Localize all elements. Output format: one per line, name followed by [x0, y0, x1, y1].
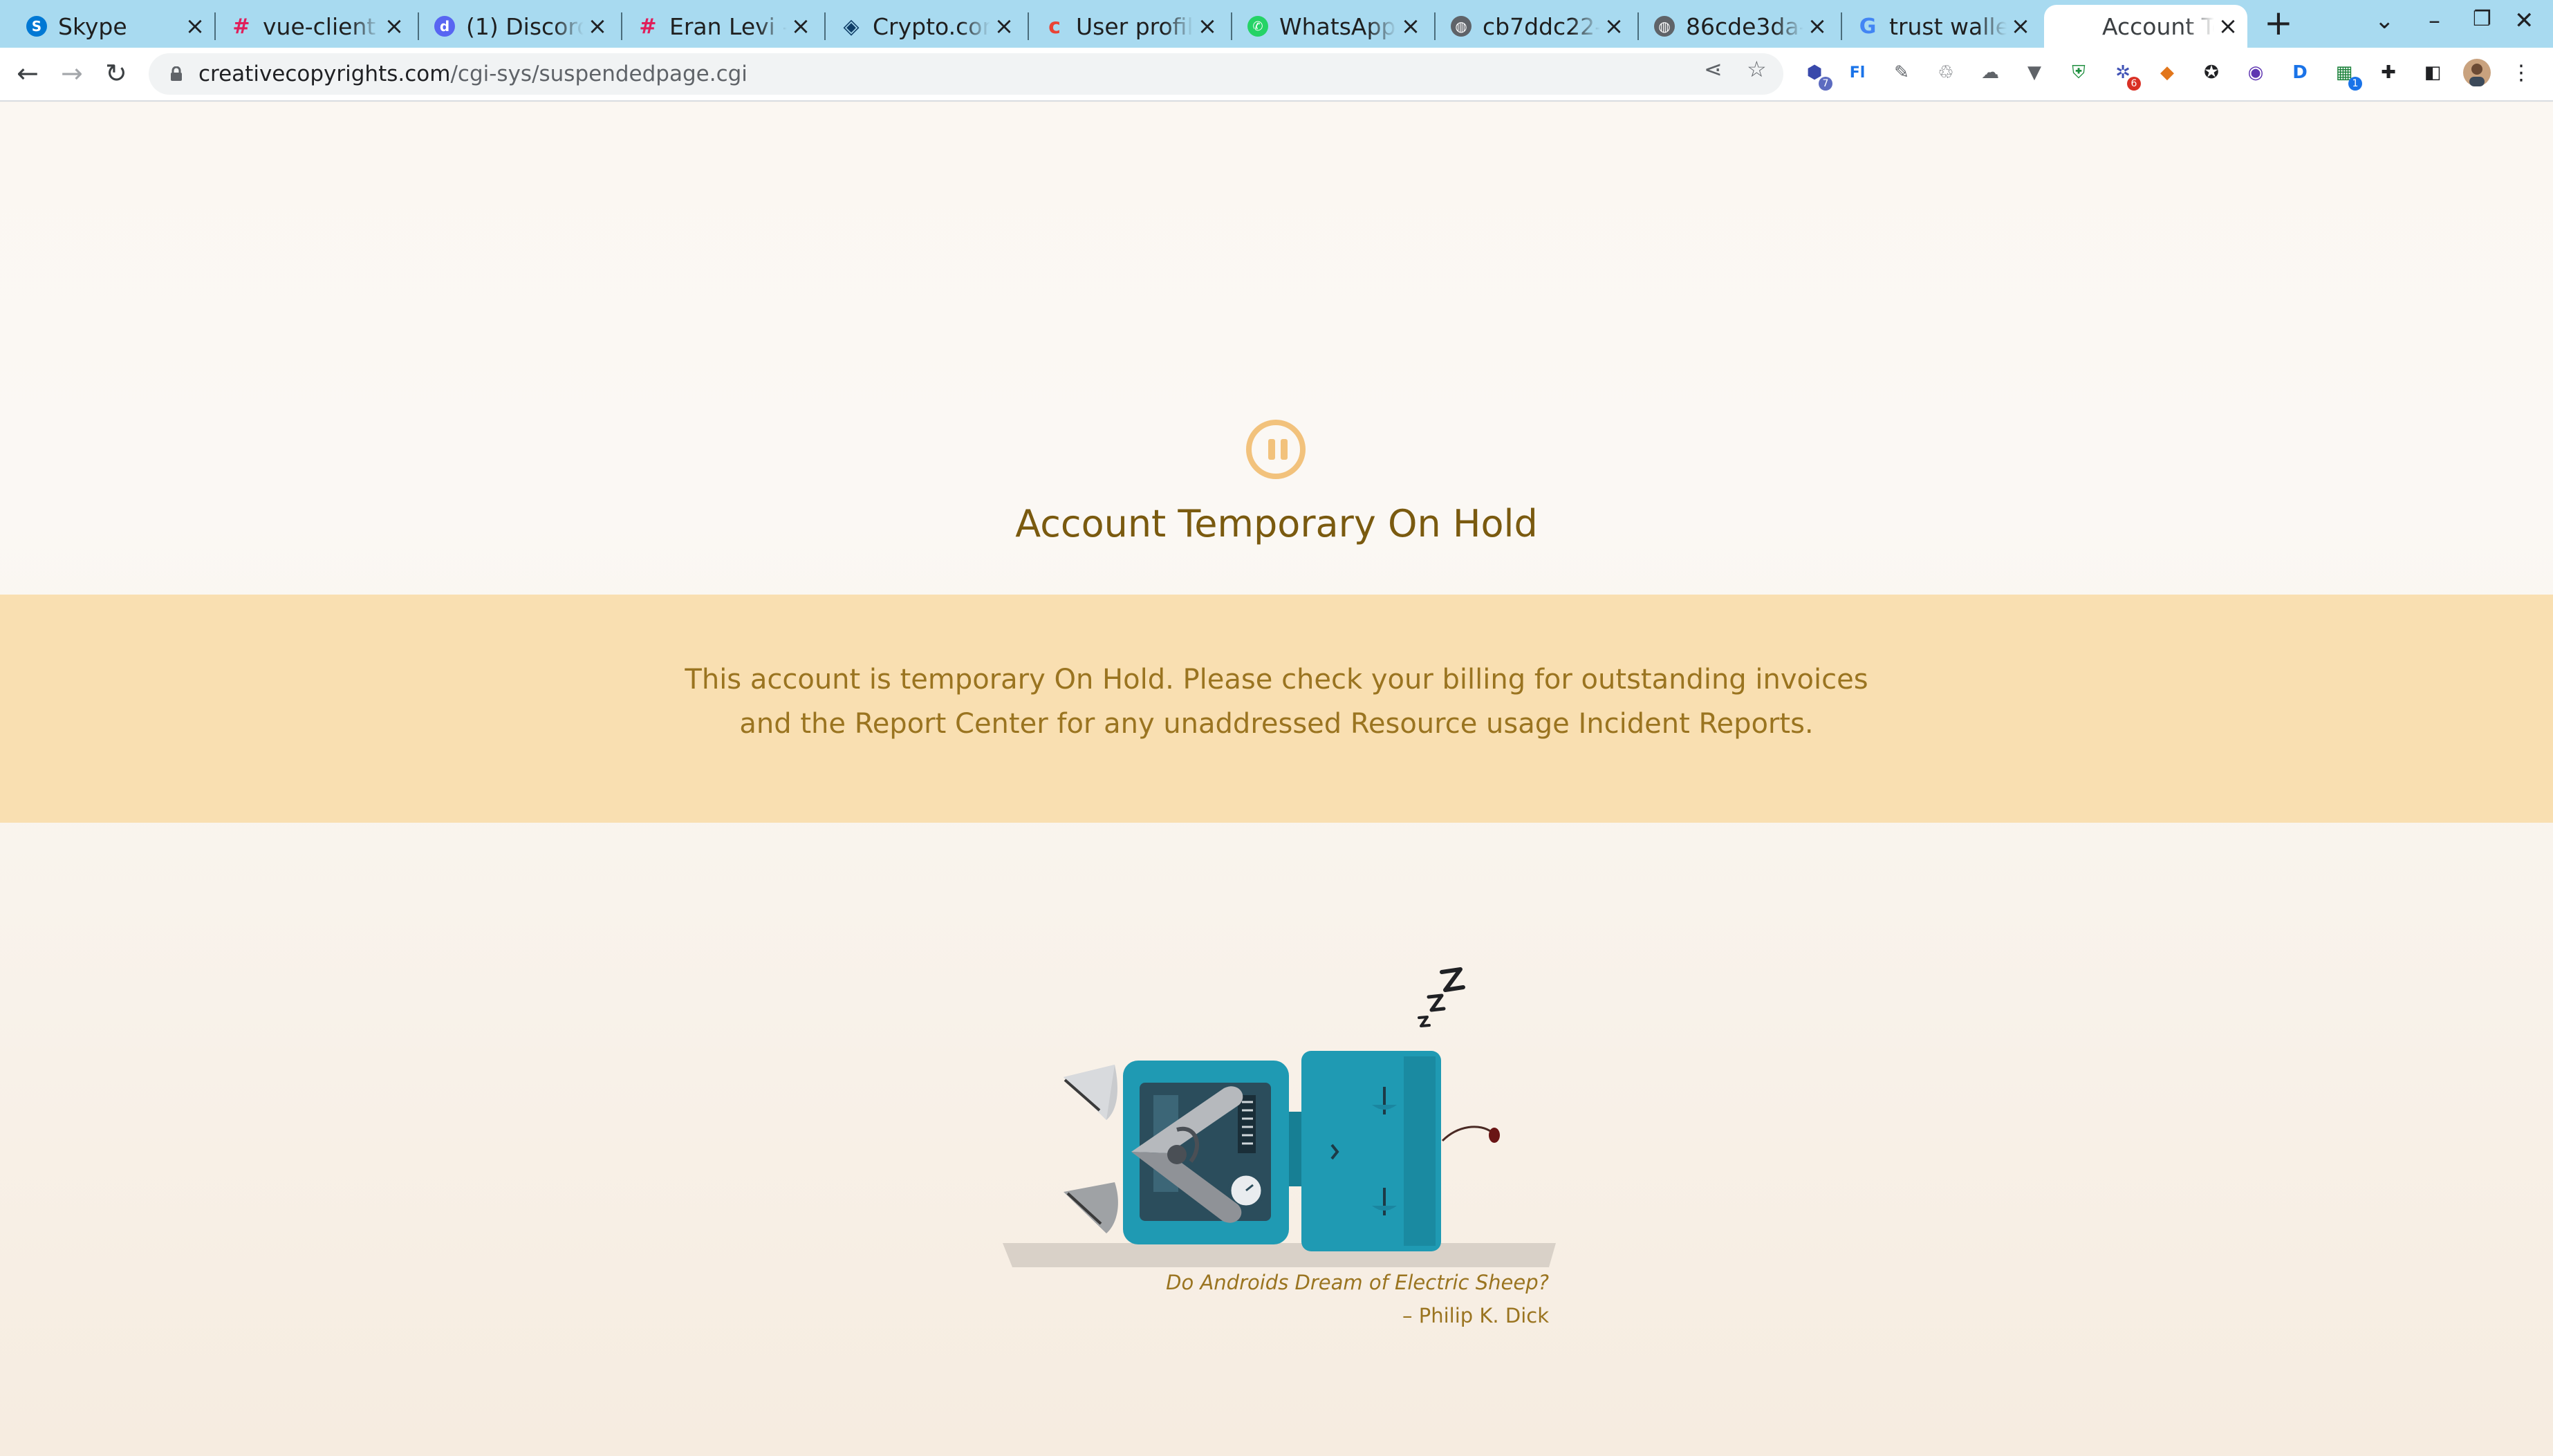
close-tab-icon[interactable]: ×: [380, 12, 408, 40]
extension-fl-icon[interactable]: Fl: [1844, 59, 1871, 86]
metamask-icon[interactable]: ◆: [2153, 59, 2181, 86]
tab-crypto[interactable]: ◈ Crypto.com ×: [815, 5, 1023, 48]
tab-title: vue-client: [263, 12, 376, 40]
sidepanel-icon[interactable]: ◧: [2419, 59, 2447, 86]
sleeping-robot-illustration: [1003, 967, 1556, 1267]
close-tab-icon[interactable]: ×: [2214, 12, 2242, 40]
tab-vue-client[interactable]: # vue-client ×: [205, 5, 414, 48]
extension-cloud-icon[interactable]: ☁: [1976, 59, 2004, 86]
tab-strip: S Skype × # vue-client × d (1) Discord ×…: [0, 0, 2553, 48]
globe-icon: ◍: [1451, 16, 1472, 37]
url-host: creativecopyrights.com: [198, 62, 451, 86]
profile-avatar[interactable]: [2463, 59, 2491, 86]
snore-zzz: [1418, 967, 1465, 1027]
slack-icon: #: [232, 14, 250, 39]
close-tab-icon[interactable]: ×: [2007, 12, 2034, 40]
tab-trust-wallet[interactable]: G trust wallet ×: [1831, 5, 2040, 48]
tab-eran-levi[interactable]: # Eran Levi - ×: [611, 5, 820, 48]
tab-title: 86cde3da-: [1686, 12, 1803, 40]
url-text: creativecopyrights.com/cgi-sys/suspended…: [198, 62, 748, 86]
google-icon: c: [1048, 14, 1061, 39]
extension-v-icon[interactable]: ▼: [2021, 59, 2048, 86]
extension-d-icon[interactable]: D: [2286, 59, 2314, 86]
tab-title: Account Te: [2102, 12, 2214, 40]
quote-block: Do Androids Dream of Electric Sheep? – P…: [1166, 1271, 1549, 1327]
globe-icon: ◍: [1654, 16, 1675, 37]
tab-title: User profile: [1076, 12, 1194, 40]
discord-icon: d: [434, 16, 455, 37]
reload-icon[interactable]: ↻: [105, 59, 127, 88]
google-icon: G: [1859, 14, 1877, 39]
url-path: /cgi-sys/suspendedpage.cgi: [450, 62, 748, 86]
tab-86cde3da[interactable]: ◍ 86cde3da- ×: [1628, 5, 1837, 48]
extension-puzzle-badge-icon[interactable]: ✲ 6: [2109, 59, 2141, 91]
quote-author: – Philip K. Dick: [1402, 1304, 1549, 1327]
new-tab-button[interactable]: +: [2264, 6, 2293, 40]
tab-title: (1) Discord: [466, 12, 584, 40]
restore-icon[interactable]: ❐: [2473, 7, 2491, 31]
tab-title: cb7ddc22-: [1483, 12, 1600, 40]
tab-user-profile[interactable]: c User profile ×: [1018, 5, 1227, 48]
extension-recycle-icon[interactable]: ♲: [1932, 59, 1960, 86]
lock-icon[interactable]: [169, 66, 183, 82]
tab-search-chevron-icon[interactable]: ⌄: [2375, 7, 2395, 35]
tab-account-on-hold[interactable]: Account Te ×: [2044, 5, 2247, 48]
extension-circle-icon[interactable]: ◉: [2242, 59, 2269, 86]
close-tab-icon[interactable]: ×: [990, 12, 1018, 40]
tab-title: WhatsApp: [1279, 12, 1396, 40]
pause-icon: [1246, 420, 1306, 479]
slack-icon: #: [639, 14, 657, 39]
extension-sheet-icon[interactable]: ▦ 1: [2330, 59, 2362, 91]
whatsapp-icon: ✆: [1247, 16, 1268, 37]
forward-arrow-icon[interactable]: →: [61, 59, 83, 88]
tab-cb7ddc22[interactable]: ◍ cb7ddc22- ×: [1424, 5, 1633, 48]
tab-title: Crypto.com: [873, 12, 990, 40]
close-tab-icon[interactable]: ×: [1803, 12, 1831, 40]
bookmark-star-icon[interactable]: ☆: [1747, 56, 1767, 82]
extensions-puzzle-icon[interactable]: ✚: [2375, 59, 2402, 86]
close-tab-icon[interactable]: ×: [1194, 12, 1221, 40]
crypto-icon: ◈: [843, 14, 860, 39]
message-banner: This account is temporary On Hold. Pleas…: [0, 595, 2553, 823]
message-line-1: This account is temporary On Hold. Pleas…: [685, 664, 1868, 696]
close-tab-icon[interactable]: ×: [584, 12, 611, 40]
address-bar[interactable]: creativecopyrights.com/cgi-sys/suspended…: [149, 53, 1783, 95]
close-tab-icon[interactable]: ×: [1600, 12, 1628, 40]
close-window-icon[interactable]: ✕: [2514, 7, 2534, 35]
extension-eyedropper-icon[interactable]: ✎: [1888, 59, 1915, 86]
extension-cat-icon[interactable]: ✪: [2198, 59, 2225, 86]
tab-title: Skype: [58, 12, 127, 40]
page-icon: [2070, 16, 2091, 37]
tab-title: Eran Levi -: [669, 12, 787, 40]
close-tab-icon[interactable]: ×: [787, 12, 815, 40]
skype-icon: S: [26, 16, 47, 37]
page-body: Account Temporary On Hold This account i…: [0, 102, 2553, 1456]
quote-text: Do Androids Dream of Electric Sheep?: [1166, 1271, 1549, 1294]
close-tab-icon[interactable]: ×: [1397, 12, 1424, 40]
tab-discord[interactable]: d (1) Discord ×: [408, 5, 617, 48]
message-line-2: and the Report Center for any unaddresse…: [739, 708, 1814, 740]
tab-title: trust wallet: [1889, 12, 2007, 40]
minimize-icon[interactable]: –: [2429, 7, 2440, 35]
tab-whatsapp[interactable]: ✆ WhatsApp ×: [1221, 5, 1430, 48]
back-arrow-icon[interactable]: ←: [17, 59, 39, 88]
page-title: Account Temporary On Hold: [1015, 502, 1538, 545]
kebab-menu-icon[interactable]: ⋮: [2507, 59, 2535, 86]
share-icon[interactable]: ⋖: [1704, 56, 1723, 82]
extension-wallet-icon[interactable]: ⬢ 7: [1801, 59, 1832, 91]
tab-skype[interactable]: S Skype ×: [0, 5, 214, 48]
extension-shield-icon[interactable]: ⛨: [2065, 59, 2092, 86]
